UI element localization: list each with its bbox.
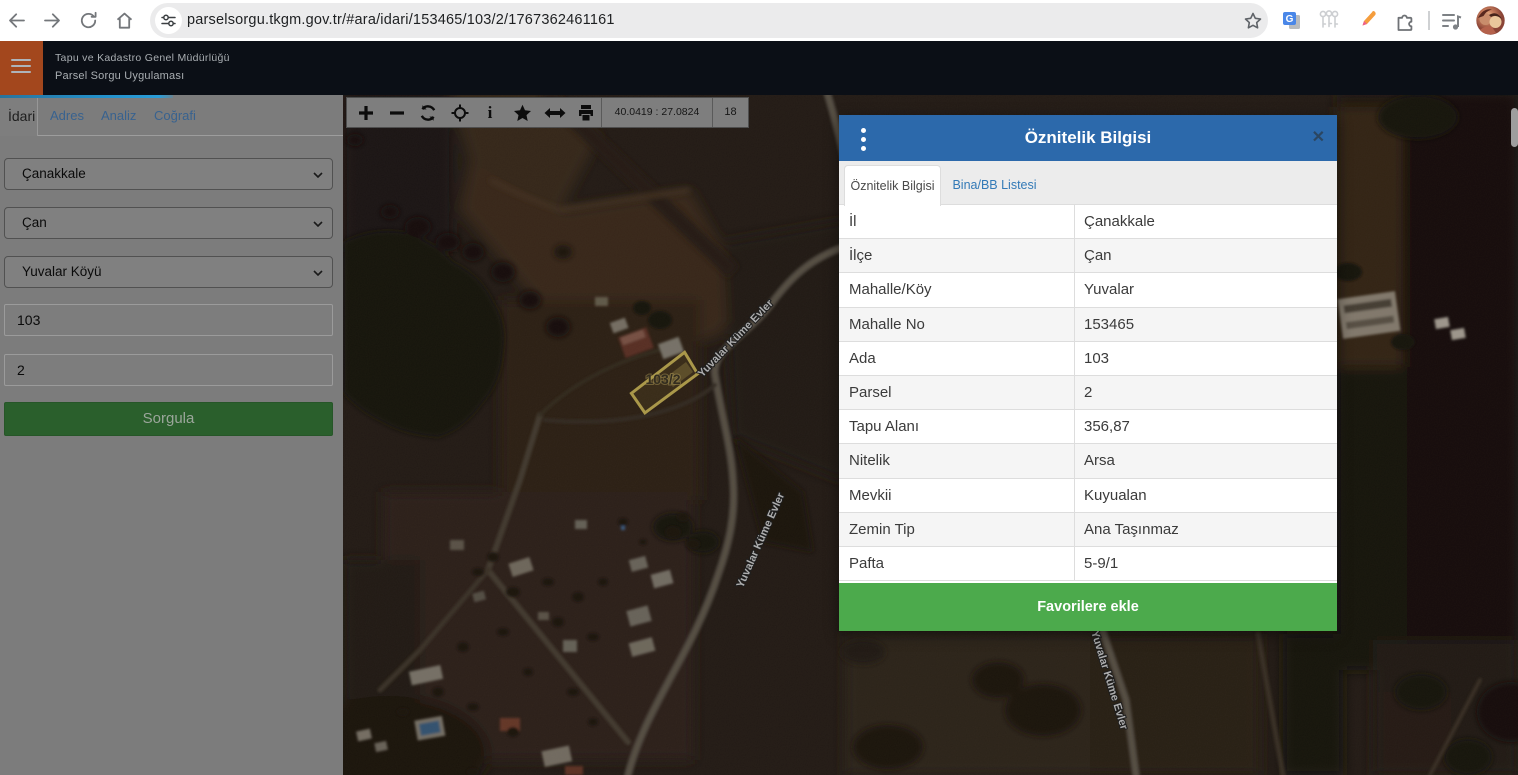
- svg-text:G: G: [1286, 14, 1294, 25]
